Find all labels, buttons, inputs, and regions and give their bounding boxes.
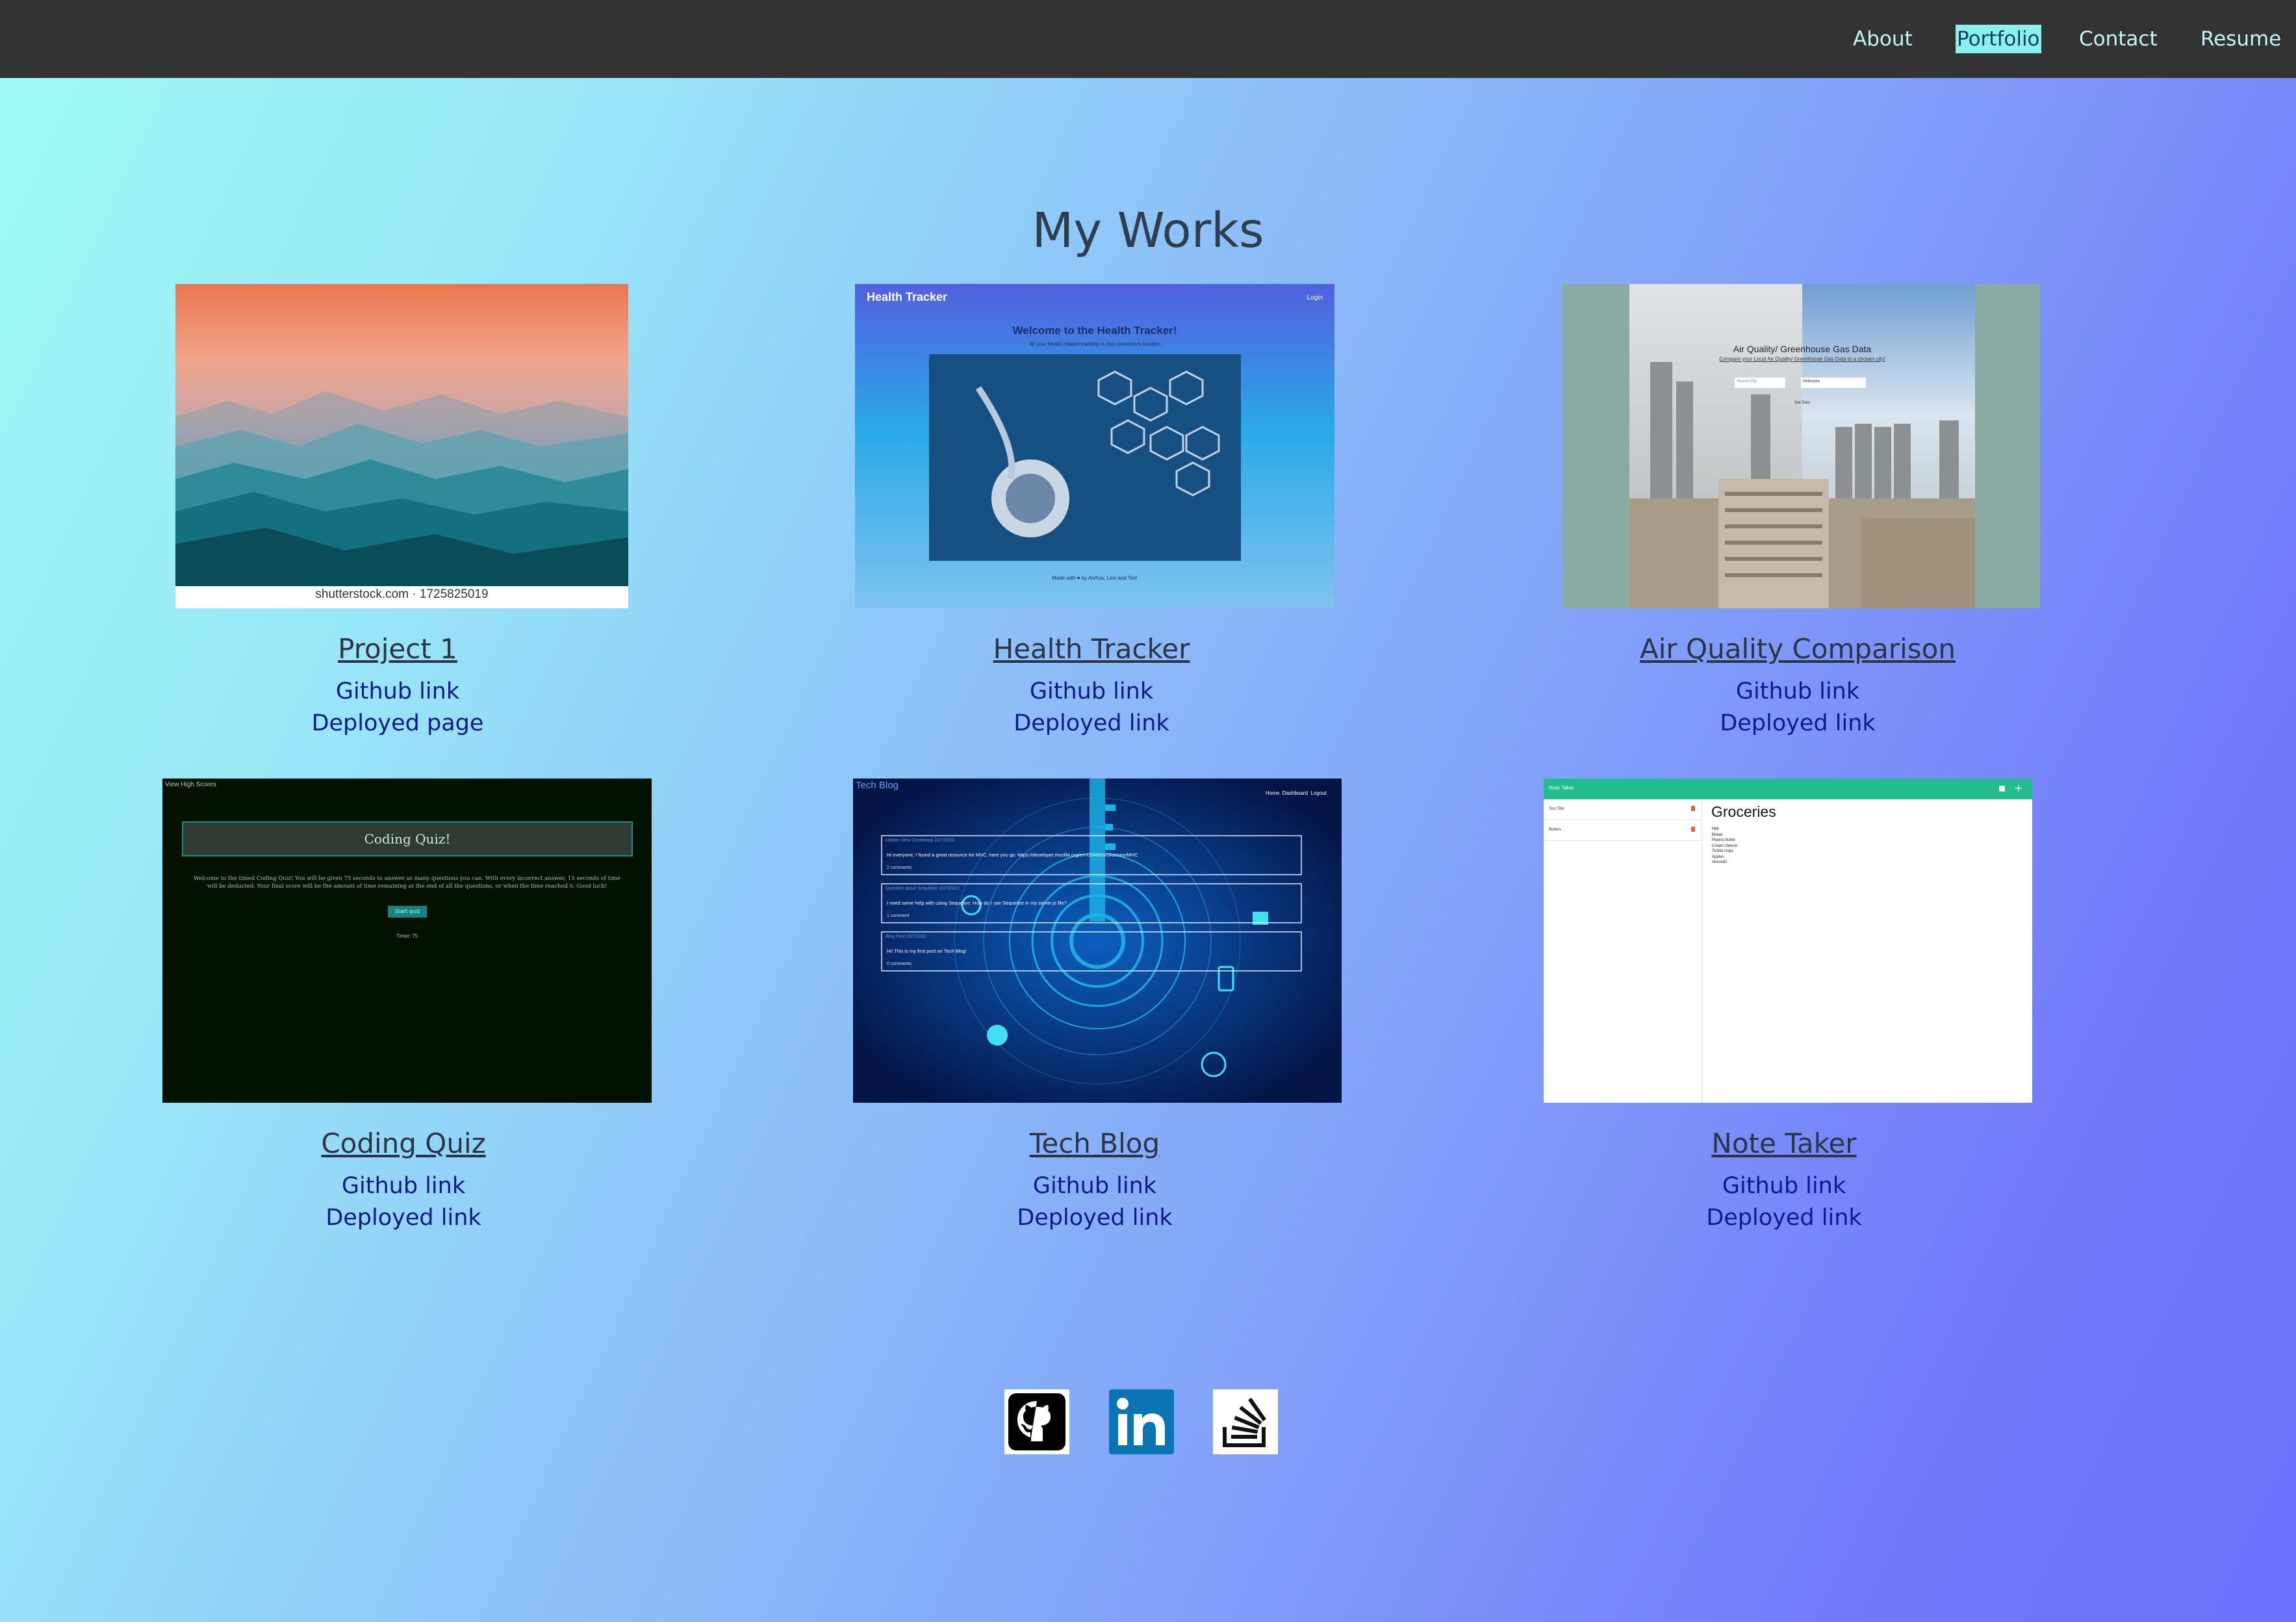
image-caption: shutterstock.com · 1725825019 bbox=[315, 587, 489, 601]
aq-button: Get Data bbox=[1794, 401, 1810, 405]
nt-note-title: Butters bbox=[1549, 828, 1562, 832]
air-quality-screenshot bbox=[1629, 284, 1975, 608]
coding-quiz-deployed-link[interactable]: Deployed link bbox=[111, 1205, 696, 1231]
tb-post-3-meta: 0 comments bbox=[887, 962, 912, 966]
save-icon bbox=[1999, 786, 2005, 792]
github-icon[interactable] bbox=[1004, 1389, 1069, 1454]
note-taker-deployed-link[interactable]: Deployed link bbox=[1492, 1205, 2076, 1231]
tb-post-3-body: Hi! This is my first post on Tech Blog! bbox=[887, 948, 967, 954]
list-item: Butters bbox=[1544, 820, 1702, 841]
health-tracker-title-link[interactable]: Health Tracker bbox=[799, 633, 1384, 665]
note-taker-github-link[interactable]: Github link bbox=[1492, 1173, 2076, 1199]
cq-timer: Timer: 75 bbox=[396, 933, 418, 939]
ht-heading: Welcome to the Health Tracker! bbox=[1012, 324, 1177, 337]
project-1-github-link[interactable]: Github link bbox=[105, 678, 690, 704]
nt-item: Tortilla chips bbox=[1712, 849, 1734, 853]
tb-nav-dashboard: Dashboard bbox=[1282, 790, 1308, 796]
cq-heading-box: Coding Quiz! bbox=[182, 821, 633, 856]
health-tracker-github-link[interactable]: Github link bbox=[799, 678, 1384, 704]
nt-item: Milk bbox=[1712, 827, 1719, 831]
ht-brand: Health Tracker bbox=[867, 290, 948, 303]
cq-intro-line-1: Welcome to the timed Coding Quiz! You wi… bbox=[194, 875, 620, 882]
nt-header bbox=[1544, 779, 2032, 799]
ht-footer: Made with ♥ by Aivhus, Lexi and Tori! bbox=[1052, 575, 1138, 581]
nt-item: Almonds bbox=[1712, 860, 1728, 864]
tb-post-2-head: Question about Sequelize 10/7/2022 bbox=[886, 886, 960, 891]
tb-nav: Home Dashboard Logout bbox=[1266, 790, 1327, 796]
nt-note-body: Milk Bread Peanut butter Cream cheese To… bbox=[1712, 827, 1737, 866]
linkedin-icon[interactable] bbox=[1109, 1389, 1174, 1454]
trash-icon bbox=[1691, 827, 1695, 832]
tb-nav-logout: Logout bbox=[1310, 790, 1327, 796]
project-1-deployed-link[interactable]: Deployed page bbox=[105, 710, 690, 736]
cq-highscores: View High Scores bbox=[165, 781, 216, 788]
nt-note-heading: Groceries bbox=[1711, 803, 1776, 820]
tb-post-3-head: Blog Post 10/7/2022 bbox=[886, 934, 927, 939]
tb-post-2-meta: 1 comment bbox=[887, 914, 910, 918]
air-quality-title-link[interactable]: Air Quality Comparison bbox=[1505, 633, 2090, 665]
tb-post-2-body: I need some help with using Sequelize. H… bbox=[887, 900, 1067, 906]
health-tracker-deployed-link[interactable]: Deployed link bbox=[799, 710, 1384, 736]
project-1-thumbnail[interactable]: shutterstock.com · 1725825019 bbox=[175, 284, 628, 608]
aq-state-select: Nebraska bbox=[1803, 380, 1820, 383]
air-quality-deployed-link[interactable]: Deployed link bbox=[1505, 710, 2090, 736]
coding-quiz-github-link[interactable]: Github link bbox=[111, 1173, 696, 1199]
mountain-landscape-image bbox=[175, 284, 628, 608]
tech-blog-screenshot bbox=[853, 779, 1342, 1103]
cq-intro-line-2: will be deducted. Your final score will … bbox=[207, 883, 607, 890]
nav-resume-link[interactable]: Resume bbox=[2200, 25, 2281, 53]
nt-brand: Note Taker bbox=[1549, 785, 1574, 791]
tb-nav-home: Home bbox=[1266, 790, 1280, 796]
nt-note-title: Test Title bbox=[1549, 807, 1564, 811]
stackoverflow-icon[interactable] bbox=[1213, 1389, 1278, 1454]
coding-quiz-thumbnail[interactable]: View High Scores Coding Quiz! Welcome to… bbox=[162, 779, 652, 1103]
cq-intro: Welcome to the timed Coding Quiz! You wi… bbox=[175, 875, 639, 890]
tech-blog-deployed-link[interactable]: Deployed link bbox=[802, 1205, 1387, 1231]
nt-note-list: Test Title Butters bbox=[1544, 799, 1702, 841]
nav-about-link[interactable]: About bbox=[1853, 25, 1913, 53]
tb-brand: Tech Blog bbox=[856, 780, 899, 791]
aq-heading: Air Quality/ Greenhouse Gas Data bbox=[1733, 344, 1872, 354]
health-tracker-thumbnail[interactable]: Health Tracker Login Welcome to the Heal… bbox=[855, 284, 1334, 608]
top-nav: About Portfolio Contact Resume bbox=[0, 0, 2296, 78]
nt-item: Peanut butter bbox=[1712, 838, 1736, 842]
tech-blog-github-link[interactable]: Github link bbox=[802, 1173, 1387, 1199]
note-taker-title-link[interactable]: Note Taker bbox=[1492, 1127, 2076, 1159]
tb-post-1-head: Hidden New Centennial 10/7/2022 bbox=[886, 838, 955, 843]
coding-quiz-title-link[interactable]: Coding Quiz bbox=[111, 1127, 696, 1159]
ht-sub: All your health related tracking in one … bbox=[1028, 341, 1161, 347]
tb-post-1-body: Hi everyone, I found a great resource fo… bbox=[887, 852, 1138, 858]
air-quality-thumbnail[interactable]: Air Quality/ Greenhouse Gas Data Compare… bbox=[1563, 284, 2040, 608]
tb-post-1-meta: 2 comments bbox=[887, 866, 912, 870]
trash-icon bbox=[1691, 806, 1695, 811]
cq-start-button: Start quiz bbox=[388, 906, 427, 918]
ht-login: Login bbox=[1307, 294, 1323, 302]
nt-item: Bread bbox=[1712, 832, 1723, 837]
project-1-title-link[interactable]: Project 1 bbox=[105, 633, 690, 665]
cq-heading: Coding Quiz! bbox=[364, 831, 451, 847]
air-quality-github-link[interactable]: Github link bbox=[1505, 678, 2090, 704]
aq-city-input: Search City bbox=[1737, 380, 1757, 383]
aq-sub: Compare your Local Air Quality/ Greenhou… bbox=[1719, 356, 1885, 362]
note-taker-thumbnail[interactable]: Note Taker + Test Title Butters Grocerie… bbox=[1544, 779, 2032, 1103]
nav-portfolio-link[interactable]: Portfolio bbox=[1956, 25, 2041, 53]
nt-item: Apples bbox=[1712, 855, 1724, 859]
page-title: My Works bbox=[1032, 203, 1264, 259]
tech-blog-thumbnail[interactable]: Tech Blog Home Dashboard Logout Hidden N… bbox=[853, 779, 1342, 1103]
list-item: Test Title bbox=[1544, 799, 1702, 820]
plus-icon: + bbox=[2014, 782, 2023, 794]
tech-blog-title-link[interactable]: Tech Blog bbox=[802, 1127, 1387, 1159]
nt-item: Cream cheese bbox=[1712, 843, 1738, 848]
nav-contact-link[interactable]: Contact bbox=[2079, 25, 2158, 53]
